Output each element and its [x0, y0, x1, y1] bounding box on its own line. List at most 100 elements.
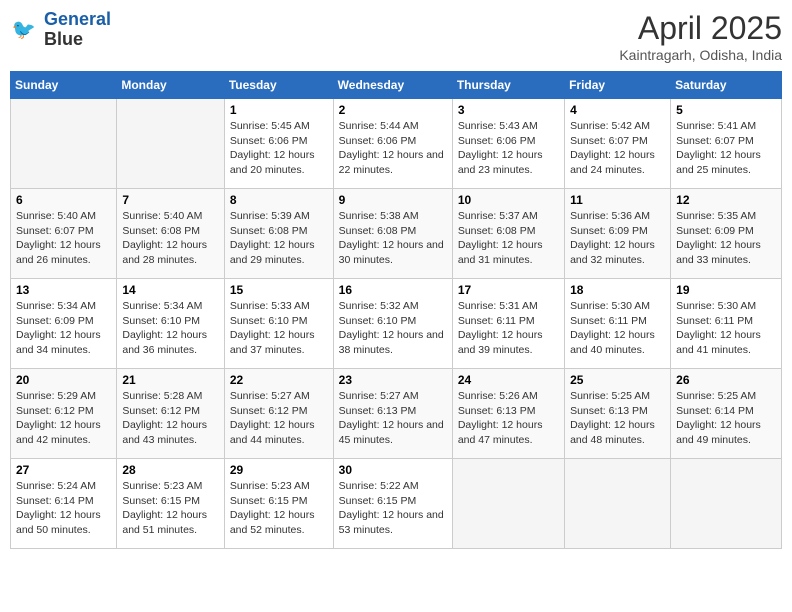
- calendar-cell: 29Sunrise: 5:23 AM Sunset: 6:15 PM Dayli…: [224, 459, 333, 549]
- day-info: Sunrise: 5:34 AM Sunset: 6:10 PM Dayligh…: [122, 299, 218, 358]
- calendar-cell: 26Sunrise: 5:25 AM Sunset: 6:14 PM Dayli…: [671, 369, 782, 459]
- calendar-cell: 23 Sunrise: 5:27 AM Sunset: 6:13 PM Dayli…: [333, 369, 452, 459]
- calendar-cell: 19 Sunrise: 5:30 AM Sunset: 6:11 PM Dayli…: [671, 279, 782, 369]
- calendar-cell: 9 Sunrise: 5:38 AM Sunset: 6:08 PM Daylig…: [333, 189, 452, 279]
- calendar-cell: 15 Sunrise: 5:33 AM Sunset: 6:10 PM Dayli…: [224, 279, 333, 369]
- calendar-cell: [452, 459, 564, 549]
- day-info: Sunrise: 5:32 AM Sunset: 6:10 PM Dayligh…: [339, 299, 447, 358]
- weekday-header: Monday: [117, 72, 224, 99]
- calendar-cell: [11, 99, 117, 189]
- logo-text: General Blue: [44, 10, 111, 50]
- title-area: April 2025 Kaintragarh, Odisha, India: [619, 10, 782, 63]
- day-number: 25: [570, 373, 665, 387]
- day-info: Sunrise: 5:42 AM Sunset: 6:07 PM Dayligh…: [570, 119, 665, 178]
- day-info: Sunrise: 5:45 AM Sunset: 6:06 PM Dayligh…: [230, 119, 328, 178]
- day-info: Sunrise: 5:27 AM Sunset: 6:12 PM Dayligh…: [230, 389, 328, 448]
- day-info: Sunrise: 5:23 AM Sunset: 6:15 PM Dayligh…: [122, 479, 218, 538]
- day-info: Sunrise: 5:31 AM Sunset: 6:11 PM Dayligh…: [458, 299, 559, 358]
- calendar-week-row: 20 Sunrise: 5:29 AM Sunset: 6:12 PM Dayli…: [11, 369, 782, 459]
- day-info: Sunrise: 5:38 AM Sunset: 6:08 PM Dayligh…: [339, 209, 447, 268]
- day-info: Sunrise: 5:37 AM Sunset: 6:08 PM Dayligh…: [458, 209, 559, 268]
- day-info: Sunrise: 5:36 AM Sunset: 6:09 PM Dayligh…: [570, 209, 665, 268]
- logo-bird-icon: 🐦: [10, 15, 40, 45]
- day-number: 20: [16, 373, 111, 387]
- day-number: 18: [570, 283, 665, 297]
- day-info: Sunrise: 5:25 AM Sunset: 6:14 PM Dayligh…: [676, 389, 776, 448]
- day-number: 1: [230, 103, 328, 117]
- logo: 🐦 General Blue: [10, 10, 111, 50]
- day-info: Sunrise: 5:39 AM Sunset: 6:08 PM Dayligh…: [230, 209, 328, 268]
- day-info: Sunrise: 5:33 AM Sunset: 6:10 PM Dayligh…: [230, 299, 328, 358]
- day-info: Sunrise: 5:30 AM Sunset: 6:11 PM Dayligh…: [676, 299, 776, 358]
- header: 🐦 General Blue April 2025 Kaintragarh, O…: [10, 10, 782, 63]
- day-number: 15: [230, 283, 328, 297]
- day-number: 12: [676, 193, 776, 207]
- svg-text:🐦: 🐦: [12, 19, 36, 41]
- calendar-cell: 18 Sunrise: 5:30 AM Sunset: 6:11 PM Dayli…: [565, 279, 671, 369]
- day-number: 24: [458, 373, 559, 387]
- day-number: 17: [458, 283, 559, 297]
- calendar-cell: 10 Sunrise: 5:37 AM Sunset: 6:08 PM Dayli…: [452, 189, 564, 279]
- calendar-cell: 22 Sunrise: 5:27 AM Sunset: 6:12 PM Dayli…: [224, 369, 333, 459]
- day-info: Sunrise: 5:30 AM Sunset: 6:11 PM Dayligh…: [570, 299, 665, 358]
- weekday-header: Wednesday: [333, 72, 452, 99]
- calendar-cell: [565, 459, 671, 549]
- day-number: 21: [122, 373, 218, 387]
- day-number: 16: [339, 283, 447, 297]
- calendar-cell: 24 Sunrise: 5:26 AM Sunset: 6:13 PM Dayli…: [452, 369, 564, 459]
- day-info: Sunrise: 5:23 AM Sunset: 6:15 PM Dayligh…: [230, 479, 328, 538]
- day-info: Sunrise: 5:43 AM Sunset: 6:06 PM Dayligh…: [458, 119, 559, 178]
- weekday-header: Tuesday: [224, 72, 333, 99]
- day-number: 4: [570, 103, 665, 117]
- day-number: 28: [122, 463, 218, 477]
- calendar-cell: 4 Sunrise: 5:42 AM Sunset: 6:07 PM Daylig…: [565, 99, 671, 189]
- calendar-cell: 8Sunrise: 5:39 AM Sunset: 6:08 PM Daylig…: [224, 189, 333, 279]
- day-info: Sunrise: 5:35 AM Sunset: 6:09 PM Dayligh…: [676, 209, 776, 268]
- day-number: 7: [122, 193, 218, 207]
- calendar-cell: 21 Sunrise: 5:28 AM Sunset: 6:12 PM Dayli…: [117, 369, 224, 459]
- calendar-week-row: 27Sunrise: 5:24 AM Sunset: 6:14 PM Dayli…: [11, 459, 782, 549]
- day-info: Sunrise: 5:26 AM Sunset: 6:13 PM Dayligh…: [458, 389, 559, 448]
- day-number: 3: [458, 103, 559, 117]
- calendar-cell: [671, 459, 782, 549]
- day-info: Sunrise: 5:22 AM Sunset: 6:15 PM Dayligh…: [339, 479, 447, 538]
- day-number: 19: [676, 283, 776, 297]
- calendar-cell: 17 Sunrise: 5:31 AM Sunset: 6:11 PM Dayli…: [452, 279, 564, 369]
- calendar-cell: 1 Sunrise: 5:45 AM Sunset: 6:06 PM Daylig…: [224, 99, 333, 189]
- day-info: Sunrise: 5:41 AM Sunset: 6:07 PM Dayligh…: [676, 119, 776, 178]
- day-number: 5: [676, 103, 776, 117]
- day-number: 2: [339, 103, 447, 117]
- weekday-header: Saturday: [671, 72, 782, 99]
- day-info: Sunrise: 5:29 AM Sunset: 6:12 PM Dayligh…: [16, 389, 111, 448]
- calendar-cell: 27Sunrise: 5:24 AM Sunset: 6:14 PM Dayli…: [11, 459, 117, 549]
- day-number: 11: [570, 193, 665, 207]
- day-number: 14: [122, 283, 218, 297]
- day-info: Sunrise: 5:28 AM Sunset: 6:12 PM Dayligh…: [122, 389, 218, 448]
- calendar-cell: [117, 99, 224, 189]
- calendar-cell: 2Sunrise: 5:44 AM Sunset: 6:06 PM Daylig…: [333, 99, 452, 189]
- day-number: 22: [230, 373, 328, 387]
- calendar-cell: 14 Sunrise: 5:34 AM Sunset: 6:10 PM Dayli…: [117, 279, 224, 369]
- calendar-week-row: 13Sunrise: 5:34 AM Sunset: 6:09 PM Dayli…: [11, 279, 782, 369]
- weekday-header: Sunday: [11, 72, 117, 99]
- calendar-cell: 28 Sunrise: 5:23 AM Sunset: 6:15 PM Dayli…: [117, 459, 224, 549]
- calendar-cell: 3 Sunrise: 5:43 AM Sunset: 6:06 PM Daylig…: [452, 99, 564, 189]
- calendar-header-row: SundayMondayTuesdayWednesdayThursdayFrid…: [11, 72, 782, 99]
- calendar-cell: 5 Sunrise: 5:41 AM Sunset: 6:07 PM Daylig…: [671, 99, 782, 189]
- weekday-header: Thursday: [452, 72, 564, 99]
- calendar-cell: 30 Sunrise: 5:22 AM Sunset: 6:15 PM Dayli…: [333, 459, 452, 549]
- day-number: 23: [339, 373, 447, 387]
- calendar-table: SundayMondayTuesdayWednesdayThursdayFrid…: [10, 71, 782, 549]
- day-info: Sunrise: 5:40 AM Sunset: 6:08 PM Dayligh…: [122, 209, 218, 268]
- day-info: Sunrise: 5:24 AM Sunset: 6:14 PM Dayligh…: [16, 479, 111, 538]
- day-info: Sunrise: 5:27 AM Sunset: 6:13 PM Dayligh…: [339, 389, 447, 448]
- calendar-cell: 6Sunrise: 5:40 AM Sunset: 6:07 PM Daylig…: [11, 189, 117, 279]
- day-info: Sunrise: 5:40 AM Sunset: 6:07 PM Dayligh…: [16, 209, 111, 268]
- location: Kaintragarh, Odisha, India: [619, 47, 782, 63]
- day-number: 30: [339, 463, 447, 477]
- day-number: 10: [458, 193, 559, 207]
- calendar-cell: 12 Sunrise: 5:35 AM Sunset: 6:09 PM Dayli…: [671, 189, 782, 279]
- weekday-header: Friday: [565, 72, 671, 99]
- day-number: 9: [339, 193, 447, 207]
- month-year: April 2025: [619, 10, 782, 47]
